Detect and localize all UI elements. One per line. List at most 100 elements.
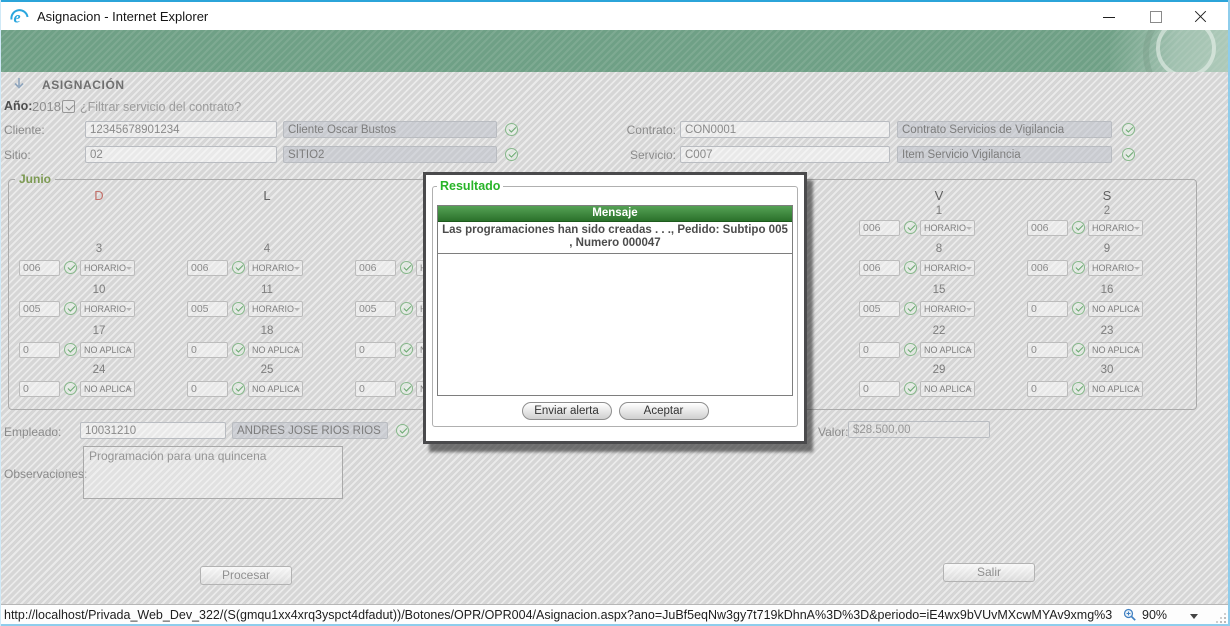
calendar-validate-icon[interactable]	[64, 343, 77, 356]
calendar-hours-input[interactable]	[859, 260, 900, 276]
calendar-type-select[interactable]: NO APLICA	[1088, 301, 1143, 317]
calendar-type-select[interactable]: HORARIO	[1088, 260, 1143, 276]
empleado-validate-icon[interactable]	[396, 424, 409, 437]
calendar-validate-icon[interactable]	[904, 261, 917, 274]
calendar-type-select[interactable]: HORARIO	[920, 260, 975, 276]
calendar-type-select[interactable]: NO APLICA	[80, 342, 135, 358]
calendar-hours-input[interactable]	[859, 220, 900, 236]
calendar-validate-icon[interactable]	[904, 302, 917, 315]
calendar-hours-input[interactable]	[859, 342, 900, 358]
sitio-validate-icon[interactable]	[505, 148, 518, 161]
calendar-validate-icon[interactable]	[400, 302, 413, 315]
cliente-name-field	[283, 121, 497, 138]
calendar-validate-icon[interactable]	[64, 382, 77, 395]
calendar-hours-input[interactable]	[859, 381, 900, 397]
dialog-button-row: Enviar alerta Aceptar	[433, 402, 797, 420]
status-bar: http://localhost/Privada_Web_Dev_322/(S(…	[0, 604, 1230, 626]
calendar-validate-icon[interactable]	[1072, 382, 1085, 395]
calendar-hours-input[interactable]	[19, 260, 60, 276]
collapse-arrow-icon[interactable]	[13, 77, 25, 91]
valor-label: Valor:	[818, 425, 849, 439]
calendar-hours-input[interactable]	[19, 301, 60, 317]
cliente-code-input[interactable]	[85, 121, 277, 138]
calendar-hours-input[interactable]	[187, 260, 228, 276]
empleado-code-input[interactable]	[80, 422, 226, 439]
close-button[interactable]	[1178, 2, 1224, 30]
calendar-type-select[interactable]: NO APLICA	[248, 381, 303, 397]
calendar-day-number: 9	[1103, 243, 1111, 255]
calendar-hours-input[interactable]	[187, 342, 228, 358]
calendar-validate-icon[interactable]	[904, 221, 917, 234]
calendar-type-select[interactable]: HORARIO	[248, 301, 303, 317]
resize-grip[interactable]	[1216, 613, 1226, 623]
calendar-type-select[interactable]: HORARIO	[80, 260, 135, 276]
calendar-validate-icon[interactable]	[400, 343, 413, 356]
section-title: ASIGNACIÓN	[42, 78, 125, 92]
calendar-hours-input[interactable]	[19, 342, 60, 358]
filter-checkbox[interactable]	[62, 100, 75, 113]
close-icon	[1194, 10, 1207, 23]
minimize-button[interactable]	[1086, 2, 1132, 30]
calendar-day-number: 11	[261, 284, 273, 296]
calendar-validate-icon[interactable]	[1072, 343, 1085, 356]
zoom-dropdown-caret-icon[interactable]	[1190, 614, 1198, 619]
calendar-validate-icon[interactable]	[64, 302, 77, 315]
calendar-type-select[interactable]: HORARIO	[920, 301, 975, 317]
mensaje-text: Las programaciones han sido creadas . . …	[438, 222, 792, 254]
calendar-hours-input[interactable]	[19, 381, 60, 397]
servicio-validate-icon[interactable]	[1122, 148, 1135, 161]
calendar-hours-input[interactable]	[859, 301, 900, 317]
calendar-type-select[interactable]: NO APLICA	[80, 381, 135, 397]
calendar-hours-input[interactable]	[1027, 342, 1068, 358]
calendar-hours-input[interactable]	[355, 260, 396, 276]
calendar-day-letter: L	[263, 188, 271, 203]
calendar-hours-input[interactable]	[1027, 301, 1068, 317]
calendar-day-number: 2	[1103, 205, 1111, 217]
calendar-day-number: 3	[95, 243, 103, 255]
calendar-validate-icon[interactable]	[400, 382, 413, 395]
calendar-type-select[interactable]: HORARIO	[248, 260, 303, 276]
calendar-validate-icon[interactable]	[232, 302, 245, 315]
calendar-validate-icon[interactable]	[904, 382, 917, 395]
cliente-validate-icon[interactable]	[505, 123, 518, 136]
calendar-validate-icon[interactable]	[1072, 302, 1085, 315]
contrato-code-input[interactable]	[680, 121, 890, 138]
calendar-type-select[interactable]: NO APLICA	[920, 381, 975, 397]
calendar-hours-input[interactable]	[355, 342, 396, 358]
calendar-type-select[interactable]: HORARIO	[920, 220, 975, 236]
calendar-validate-icon[interactable]	[1072, 261, 1085, 274]
calendar-type-select[interactable]: NO APLICA	[1088, 342, 1143, 358]
calendar-validate-icon[interactable]	[64, 261, 77, 274]
calendar-validate-icon[interactable]	[232, 343, 245, 356]
aceptar-button[interactable]: Aceptar	[618, 402, 709, 420]
calendar-validate-icon[interactable]	[400, 261, 413, 274]
calendar-validate-icon[interactable]	[904, 343, 917, 356]
calendar-day-letter: V	[934, 188, 944, 203]
calendar-day-number: 29	[932, 364, 946, 376]
calendar-hours-input[interactable]	[1027, 260, 1068, 276]
calendar-hours-input[interactable]	[187, 381, 228, 397]
procesar-button[interactable]: Procesar	[200, 566, 292, 585]
calendar-validate-icon[interactable]	[232, 261, 245, 274]
calendar-type-select[interactable]: NO APLICA	[248, 342, 303, 358]
calendar-hours-input[interactable]	[1027, 220, 1068, 236]
enviar-alerta-button[interactable]: Enviar alerta	[521, 402, 612, 420]
calendar-type-select[interactable]: HORARIO	[1088, 220, 1143, 236]
contrato-validate-icon[interactable]	[1122, 123, 1135, 136]
calendar-validate-icon[interactable]	[232, 382, 245, 395]
observaciones-textarea[interactable]: Programación para una quincena	[83, 446, 343, 499]
calendar-validate-icon[interactable]	[1072, 221, 1085, 234]
calendar-type-select[interactable]: NO APLICA	[920, 342, 975, 358]
sitio-code-input[interactable]	[85, 146, 277, 163]
calendar-day-number: 4	[263, 243, 271, 255]
calendar-day-number: 30	[1100, 364, 1114, 376]
servicio-code-input[interactable]	[680, 146, 890, 163]
calendar-type-select[interactable]: NO APLICA	[1088, 381, 1143, 397]
calendar-hours-input[interactable]	[355, 301, 396, 317]
calendar-hours-input[interactable]	[355, 381, 396, 397]
calendar-type-select[interactable]: HORARIO	[80, 301, 135, 317]
maximize-button[interactable]	[1132, 2, 1178, 30]
salir-button[interactable]: Salir	[943, 563, 1035, 582]
calendar-hours-input[interactable]	[187, 301, 228, 317]
calendar-hours-input[interactable]	[1027, 381, 1068, 397]
